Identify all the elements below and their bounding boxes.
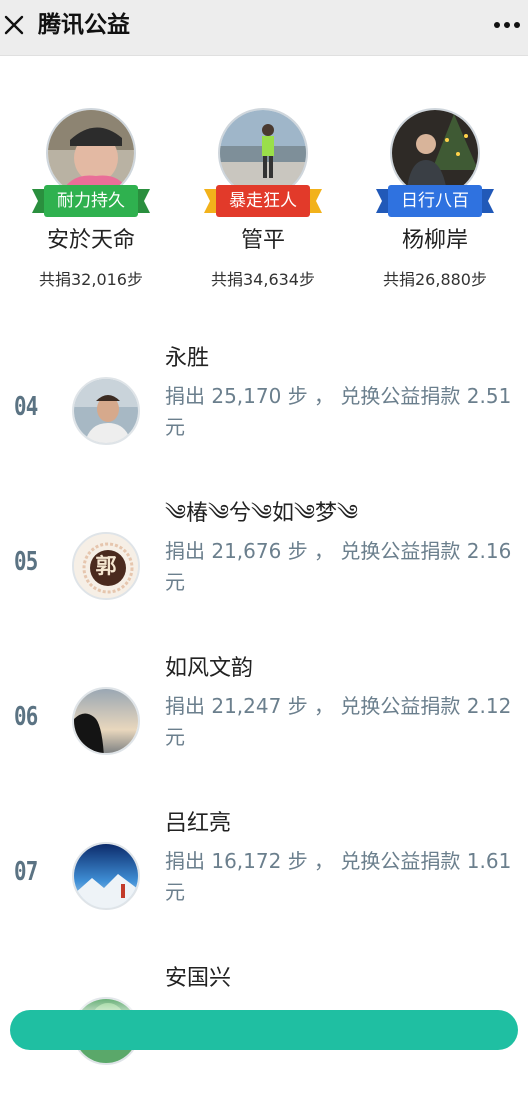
- top-rank-1[interactable]: 耐力持久 安於天命 共捐32,016步: [6, 108, 176, 298]
- user-name: 管平: [240, 228, 285, 253]
- user-name: 安於天命: [46, 228, 135, 253]
- step-total: 共捐34,634步: [211, 270, 315, 289]
- donation-desc: 捐出 16,172 步 ， 兑换公益捐款 1.61 元: [165, 849, 512, 904]
- list-item[interactable]: 07 吕红亮 捐出 16,172 步 ， 兑换公益捐款 1.61 元: [0, 809, 528, 959]
- donation-desc: 捐出 21,247 步 ， 兑换公益捐款 2.12 元: [165, 694, 512, 749]
- avatar[interactable]: 郭: [72, 532, 140, 600]
- avatar-image: [74, 844, 138, 908]
- avatar[interactable]: [72, 842, 140, 910]
- user-name: ༄椿༄兮༄如༄梦༄: [165, 501, 359, 526]
- avatar-image: [74, 689, 138, 753]
- list-item[interactable]: 05 郭 ༄椿༄兮༄如༄梦༄ 捐出 21,676 步 ， 兑换公益捐款 2.16…: [0, 499, 528, 649]
- donation-desc: 捐出 25,170 步 ， 兑换公益捐款 2.51 元: [165, 384, 512, 439]
- donation-desc: 捐出 21,676 步 ， 兑换公益捐款 2.16 元: [165, 539, 512, 594]
- top-rank-3[interactable]: 日行八百 杨柳岸 共捐26,880步: [350, 108, 520, 298]
- app-title: 腾讯公益: [38, 12, 130, 38]
- rank-number: 06: [14, 702, 38, 732]
- rank-number: 07: [14, 857, 38, 887]
- badge-label: 暴走狂人: [229, 191, 297, 211]
- user-name: 永胜: [165, 346, 210, 371]
- badge-label: 耐力持久: [57, 191, 125, 211]
- top-bar: 腾讯公益: [0, 0, 528, 56]
- avatar-char: 郭: [95, 554, 117, 578]
- list-item[interactable]: 06 如风文韵 捐出 21,247 步 ， 兑换公益捐款 2.12 元: [0, 654, 528, 804]
- avatar[interactable]: [72, 687, 140, 755]
- user-name: 杨柳岸: [401, 228, 468, 253]
- close-icon: [4, 15, 24, 35]
- list-item[interactable]: 04 永胜 捐出 25,170 步 ， 兑换公益捐款 2.51 元: [0, 344, 528, 494]
- step-total: 共捐32,016步: [39, 270, 143, 289]
- rank-number: 05: [14, 547, 38, 577]
- top-rank-2[interactable]: 暴走狂人 管平 共捐34,634步: [178, 108, 348, 298]
- badge-label: 日行八百: [401, 191, 469, 211]
- avatar[interactable]: [72, 377, 140, 445]
- rank-number: 04: [14, 392, 38, 422]
- avatar-image: [74, 379, 138, 443]
- step-total: 共捐26,880步: [383, 270, 487, 289]
- user-name: 如风文韵: [165, 656, 254, 681]
- more-button[interactable]: [490, 8, 524, 42]
- user-name: 安国兴: [165, 966, 232, 991]
- close-button[interactable]: [0, 8, 28, 42]
- bottom-action-button[interactable]: [10, 1010, 518, 1050]
- more-icon: [494, 22, 520, 28]
- user-name: 吕红亮: [165, 811, 232, 836]
